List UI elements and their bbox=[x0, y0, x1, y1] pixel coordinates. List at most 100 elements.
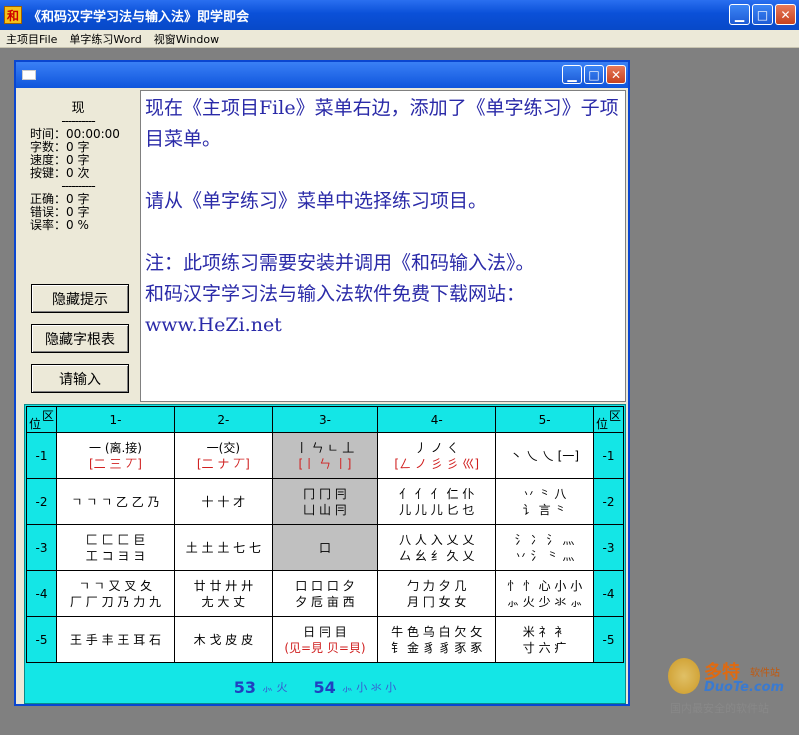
app-title-bar: 和 《和码汉字学习法与输入法》即学即会 ▁ □ ✕ bbox=[0, 0, 799, 30]
radical-cell[interactable]: 土 土 土 七 七 bbox=[174, 524, 273, 571]
corner-position-label: 位 bbox=[596, 417, 609, 431]
message-line-3: 注：此项练习需要安装并调用《和码输入法》。 bbox=[145, 252, 535, 274]
watermark-brand-small: 软件站 bbox=[750, 668, 780, 679]
radical-cell[interactable]: 米 礻 衤寸 六 疒 bbox=[495, 616, 594, 663]
cell-bottom: 工 コ ヨ ヨ bbox=[85, 548, 146, 563]
cell-bottom: 讠 言 ⺀ bbox=[522, 502, 567, 517]
watermark-center: www.DuoTe.com bbox=[282, 355, 499, 380]
radical-cell[interactable]: 十 十 才 bbox=[174, 478, 273, 525]
message-line-4: 和码汉字学习法与输入法软件免费下载网站： bbox=[145, 283, 526, 305]
cell-bottom: 尢 大 丈 bbox=[201, 594, 246, 609]
message-line-1: 现在《主项目File》菜单右边，添加了《单字练习》子项目菜单。 bbox=[145, 97, 619, 150]
child-title-bar: ▁ □ ✕ bbox=[16, 62, 628, 88]
menu-window[interactable]: 视窗Window bbox=[148, 31, 225, 47]
stat-error-rate: 误率：0 % bbox=[30, 218, 89, 232]
child-window-icon bbox=[22, 70, 36, 80]
radical-cell[interactable]: 亻 亻 亻 仁 仆儿 儿 儿 匕 乜 bbox=[377, 478, 497, 525]
cell-bottom: 月 冂 女 女 bbox=[406, 594, 467, 609]
column-header: 1- bbox=[56, 406, 175, 433]
message-line-2: 请从《单字练习》菜单中选择练习项目。 bbox=[145, 190, 488, 212]
watermark-tagline: 国内最安全的软件站 bbox=[670, 702, 769, 715]
cell-top: ㄱ ㄱ ㄱ 乙 乙 乃 bbox=[71, 494, 160, 509]
menu-word[interactable]: 单字练习Word bbox=[63, 31, 147, 47]
corner-zone-label: 区 bbox=[608, 409, 621, 423]
minimize-button[interactable]: ▁ bbox=[729, 4, 750, 25]
cell-top: ㄱ ㄱ 又 叉 夂 bbox=[78, 578, 153, 593]
radical-cell[interactable]: 丨 ㄣ ㄴ 丄 [丨 ㄣ 丨] bbox=[271, 432, 379, 479]
cell-bottom: [二 ナ 丆] bbox=[196, 456, 250, 471]
child-minimize-button[interactable]: ▁ bbox=[562, 65, 582, 84]
cell-bottom: [ㄥ ノ 彡 彡 巛] bbox=[394, 456, 480, 471]
radical-cell[interactable]: 口 口 口 夕夕 卮 亩 西 bbox=[271, 570, 379, 617]
corner-position-label: 位 bbox=[29, 417, 42, 431]
cell-top: 忄 忄 心 小 小 bbox=[506, 578, 583, 593]
radical-cell[interactable]: 丶 乀 乀 [一] bbox=[495, 432, 594, 479]
radical-cell[interactable]: 八 人 入 乂 乂厶 幺 纟 久 乂 bbox=[377, 524, 497, 571]
maximize-button[interactable]: □ bbox=[752, 4, 773, 25]
close-button[interactable]: ✕ bbox=[775, 4, 796, 25]
table-row: -2 ㄱ ㄱ ㄱ 乙 乙 乃 十 十 才 冂 冂 冃凵 山 冃 亻 亻 亻 仁 … bbox=[26, 478, 624, 525]
row-header: -4 bbox=[26, 570, 57, 617]
footer-chars-53: ⺗ 火 bbox=[262, 681, 288, 694]
hide-radical-table-button[interactable]: 隐藏字根表 bbox=[31, 324, 129, 353]
radical-cell[interactable]: 木 戈 皮 皮 bbox=[174, 616, 273, 663]
radical-cell[interactable]: 丿 ノ ㄑ [ㄥ ノ 彡 彡 巛] bbox=[377, 432, 497, 479]
radical-cell[interactable]: 廿 廿 廾 廾尢 大 丈 bbox=[174, 570, 273, 617]
message-line-5: www.HeZi.net bbox=[145, 314, 282, 336]
row-header: -1 bbox=[593, 432, 624, 479]
row-header: -2 bbox=[593, 478, 624, 525]
child-close-button[interactable]: ✕ bbox=[606, 65, 626, 84]
radical-cell[interactable]: 口 bbox=[271, 524, 379, 571]
radical-cell[interactable]: ㄱ ㄱ ㄱ 乙 乙 乃 bbox=[56, 478, 175, 525]
cell-top: 丨 ㄣ ㄴ 丄 bbox=[295, 440, 355, 455]
table-row: -4 ㄱ ㄱ 又 叉 夂厂 厂 刀 乃 力 九 廿 廿 廾 廾尢 大 丈 口 口… bbox=[26, 570, 624, 617]
radical-cell[interactable]: 牛 色 乌 白 欠 攵钅 金 豸 豸 豕 豖 bbox=[377, 616, 497, 663]
column-header: 3- bbox=[271, 406, 379, 433]
footer-chars-54: ⺗ 小 氺 小 bbox=[341, 681, 397, 694]
table-corner-left: 区 位 bbox=[26, 406, 57, 433]
watermark-corner: 多特 软件站 DuoTe.com 国内最安全的软件站 bbox=[664, 658, 794, 718]
cell-bottom: 丷 氵 ⺀ 灬 bbox=[514, 548, 575, 563]
cell-bottom: (见=見 贝=貝) bbox=[284, 640, 366, 655]
column-header: 2- bbox=[174, 406, 273, 433]
cell-top: 廿 廿 廾 廾 bbox=[193, 578, 254, 593]
cell-bottom: [丨 ㄣ 丨] bbox=[298, 456, 352, 471]
radical-cell[interactable]: 日 冃 目 (见=見 贝=貝) bbox=[271, 616, 379, 663]
table-footer: 53 ⺗ 火 54 ⺗ 小 氺 小 bbox=[25, 671, 625, 703]
cell-top: 口 bbox=[318, 540, 331, 555]
cell-top: 丷 ⺀ 八 bbox=[522, 486, 567, 501]
practice-window: ▁ □ ✕ 现 ---------- 时间：00:00:00 字数：0 字 速度… bbox=[14, 60, 630, 706]
table-corner-right: 区 位 bbox=[593, 406, 624, 433]
stats-panel: 现 ---------- 时间：00:00:00 字数：0 字 速度：0 字 按… bbox=[18, 90, 138, 275]
menu-file[interactable]: 主项目File bbox=[0, 31, 63, 47]
row-header: -5 bbox=[26, 616, 57, 663]
radical-cell[interactable]: 丷 ⺀ 八讠 言 ⺀ bbox=[495, 478, 594, 525]
radical-cell[interactable]: 匚 匚 匚 巨工 コ ヨ ヨ bbox=[56, 524, 175, 571]
cell-top: 王 手 丰 王 耳 石 bbox=[69, 632, 162, 647]
radical-cell[interactable]: 勹 力 夕 几月 冂 女 女 bbox=[377, 570, 497, 617]
cell-bottom: 钅 金 豸 豸 豕 豖 bbox=[391, 640, 483, 655]
cell-top: 丿 ノ ㄑ bbox=[414, 440, 459, 455]
cell-top: 口 口 口 夕 bbox=[295, 578, 355, 593]
radical-cell[interactable]: 王 手 丰 王 耳 石 bbox=[56, 616, 175, 663]
input-button[interactable]: 请输入 bbox=[31, 364, 129, 393]
footer-code-54: 54 bbox=[313, 677, 336, 697]
cell-top: 匚 匚 匚 巨 bbox=[85, 532, 146, 547]
radical-table: 区 位 1- 2- 3- 4- 5- 区 位 -1 一 (离.接) [二 三 丆]… bbox=[24, 404, 626, 704]
child-maximize-button[interactable]: □ bbox=[584, 65, 604, 84]
duote-logo-icon bbox=[668, 658, 700, 694]
radical-cell[interactable]: 冂 冂 冃凵 山 冃 bbox=[271, 478, 379, 525]
cell-bottom: 寸 六 疒 bbox=[522, 640, 567, 655]
cell-top: 米 礻 衤 bbox=[522, 624, 567, 639]
row-header: -3 bbox=[593, 524, 624, 571]
row-header: -2 bbox=[26, 478, 57, 525]
radical-cell[interactable]: ㄱ ㄱ 又 叉 夂厂 厂 刀 乃 力 九 bbox=[56, 570, 175, 617]
table-row: -3 匚 匚 匚 巨工 コ ヨ ヨ 土 土 土 七 七 口 八 人 入 乂 乂厶… bbox=[26, 524, 624, 571]
cell-top: 一 (离.接) bbox=[89, 440, 142, 455]
radical-cell[interactable]: 忄 忄 心 小 小⺗ 火 少 氺 ⺗ bbox=[495, 570, 594, 617]
hide-hint-button[interactable]: 隐藏提示 bbox=[31, 284, 129, 313]
radical-cell[interactable]: 一 (离.接) [二 三 丆] bbox=[56, 432, 175, 479]
radical-cell[interactable]: 氵 冫 氵 灬丷 氵 ⺀ 灬 bbox=[495, 524, 594, 571]
radical-cell[interactable]: 一(交) [二 ナ 丆] bbox=[174, 432, 273, 479]
cell-top: 丶 乀 乀 [一] bbox=[510, 448, 579, 463]
